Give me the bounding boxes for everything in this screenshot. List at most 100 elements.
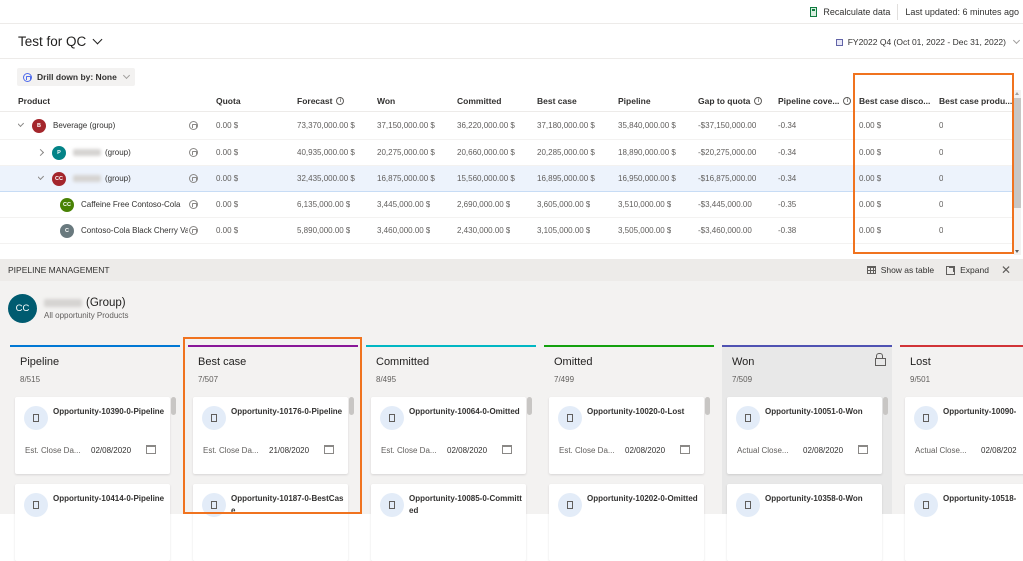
scrollbar-thumb[interactable] [527,397,532,415]
close-date-value[interactable]: 02/08/2020 [91,446,131,455]
chevron-down-icon[interactable] [18,119,25,128]
product-name[interactable]: Caffeine Free Contoso-Cola [81,200,180,209]
opportunity-name[interactable]: Opportunity-10518- [943,493,1023,505]
hierarchy-icon[interactable] [189,148,198,157]
close-date-value[interactable]: 02/08/2020 [447,446,487,455]
calendar-icon[interactable] [858,445,868,454]
column-scrollbar[interactable] [171,397,176,512]
hierarchy-icon[interactable] [189,121,198,130]
column-header-best-case[interactable]: Best case [537,90,577,111]
opportunity-card[interactable]: Opportunity-10090- Actual Close... 02/08/2… [905,397,1023,474]
hierarchy-icon[interactable] [189,226,198,235]
column-header-pipeline-coverage[interactable]: Pipeline cove... i [778,90,852,111]
opportunity-card[interactable]: Opportunity-10390-0-Pipeline Est. Close D… [15,397,170,474]
grid-scrollbar[interactable] [1014,90,1021,255]
table-row[interactable]: CC (group) 0.00 $ 32,435,000.00 $ 16,875,000… [0,166,1013,192]
table-row[interactable]: P (group) 0.00 $ 40,935,000.00 $ 20,275,000.… [0,140,1013,166]
calendar-icon[interactable] [324,445,334,454]
table-row[interactable]: C Contoso-Cola Black Cherry Va 0.00 $ 5,890… [0,218,1013,244]
opportunity-name[interactable]: Opportunity-10064-0-Omitted [409,406,523,418]
column-header-product[interactable]: Product [18,90,50,111]
product-name[interactable]: Beverage (group) [53,121,115,130]
hierarchy-icon[interactable] [189,200,198,209]
cell-value: 0 [939,148,944,157]
opportunity-card[interactable]: Opportunity-10020-0-Lost Est. Close Da...… [549,397,704,474]
product-name[interactable]: Contoso-Cola Black Cherry Va [81,226,188,235]
avatar: CC [60,197,74,212]
calendar-icon[interactable] [680,445,690,454]
info-icon[interactable]: i [754,96,763,105]
scrollbar-thumb[interactable] [1014,98,1021,208]
cell-quota: 0.00 $ [216,192,238,217]
opportunity-name[interactable]: Opportunity-10358-0-Won [765,493,879,505]
column-header-pipeline[interactable]: Pipeline [618,90,651,111]
opportunity-name[interactable]: Opportunity-10085-0-Committed [409,493,523,517]
product-name[interactable]: (group) [105,148,131,157]
column-header-quota[interactable]: Quota [216,90,241,111]
table-row[interactable]: CC Caffeine Free Contoso-Cola 0.00 $ 6,135,… [0,192,1013,218]
opportunity-name[interactable]: Opportunity-10051-0-Won [765,406,879,418]
show-as-table-button[interactable]: Show as table [866,265,934,275]
close-date-value[interactable]: 02/08/202 [981,446,1017,455]
opportunity-card[interactable]: Opportunity-10187-0-BestCase [193,484,348,561]
calendar-icon[interactable] [146,445,156,454]
scroll-up-arrow[interactable] [1015,92,1019,95]
close-icon[interactable]: ✕ [1001,264,1011,276]
scrollbar-thumb[interactable] [349,397,354,415]
cell-best-case: 16,895,000.00 $ [537,166,595,191]
opportunity-card[interactable]: Opportunity-10358-0-Won [727,484,882,561]
column-header-best-case-discount[interactable]: Best case disco... [859,90,930,111]
column-scrollbar[interactable] [527,397,532,512]
avatar: P [52,145,66,160]
table-row[interactable]: B Beverage (group) 0.00 $ 73,370,000.00 $ 37… [0,112,1013,140]
opportunity-card[interactable]: Opportunity-10051-0-Won Actual Close... 02… [727,397,882,474]
opportunity-card[interactable]: Opportunity-10414-0-Pipeline [15,484,170,561]
cell-won: 37,150,000.00 $ [377,112,435,139]
opportunity-name[interactable]: Opportunity-10414-0-Pipeline [53,493,167,505]
info-icon[interactable]: i [336,96,345,105]
expand-button[interactable]: Expand [946,265,989,275]
scroll-down-arrow[interactable] [1015,250,1019,253]
drill-down-label: Drill down by: None [37,72,117,82]
product-name[interactable]: (group) [105,174,131,183]
scrollbar-thumb[interactable] [705,397,710,415]
hierarchy-icon[interactable] [189,174,198,183]
column-scrollbar[interactable] [349,397,354,512]
opportunity-name[interactable]: Opportunity-10202-0-Omitted [587,493,701,505]
opportunity-name[interactable]: Opportunity-10020-0-Lost [587,406,701,418]
opportunity-card[interactable]: Opportunity-10518- [905,484,1023,561]
opportunity-card[interactable]: Opportunity-10202-0-Omitted [549,484,704,561]
column-header-committed[interactable]: Committed [457,90,501,111]
cell-value: 73,370,000.00 $ [297,121,355,130]
calendar-icon[interactable] [502,445,512,454]
opportunity-name[interactable]: Opportunity-10090- [943,406,1023,418]
column-scrollbar[interactable] [883,397,888,512]
column-header-forecast[interactable]: Forecast i [297,90,345,111]
cell-value: 18,890,000.00 $ [618,148,676,157]
chevron-down-icon[interactable] [38,172,45,181]
close-date-value[interactable]: 02/08/2020 [803,446,843,455]
opportunity-card[interactable]: Opportunity-10085-0-Committed [371,484,526,561]
column-scrollbar[interactable] [705,397,710,512]
period-selector[interactable]: FY2022 Q4 (Oct 01, 2022 - Dec 31, 2022) [835,36,1021,47]
column-header-best-case-product[interactable]: Best case produ... [939,90,1012,111]
opportunity-name[interactable]: Opportunity-10390-0-Pipeline [53,406,167,418]
close-date-value[interactable]: 02/08/2020 [625,446,665,455]
opportunity-card[interactable]: Opportunity-10064-0-Omitted Est. Close Da… [371,397,526,474]
pipeline-management-bar: PIPELINE MANAGEMENT Show as table Expand… [0,259,1023,281]
scrollbar-thumb[interactable] [171,397,176,415]
drill-down-button[interactable]: Drill down by: None [17,68,135,86]
column-header-won[interactable]: Won [377,90,395,111]
lock-icon [875,353,886,366]
opportunity-card[interactable]: Opportunity-10176-0-Pipeline Est. Close D… [193,397,348,474]
forecast-selector[interactable]: Test for QC [18,34,103,49]
close-date-value[interactable]: 21/08/2020 [269,446,309,455]
column-label: Forecast [297,95,333,106]
opportunity-name[interactable]: Opportunity-10187-0-BestCase [231,493,345,517]
chevron-right-icon[interactable] [38,148,45,157]
column-header-gap-to-quota[interactable]: Gap to quota i [698,90,763,111]
opportunity-name[interactable]: Opportunity-10176-0-Pipeline [231,406,345,418]
info-icon[interactable]: i [843,96,852,105]
scrollbar-thumb[interactable] [883,397,888,415]
recalculate-button[interactable]: Recalculate data [810,3,899,20]
